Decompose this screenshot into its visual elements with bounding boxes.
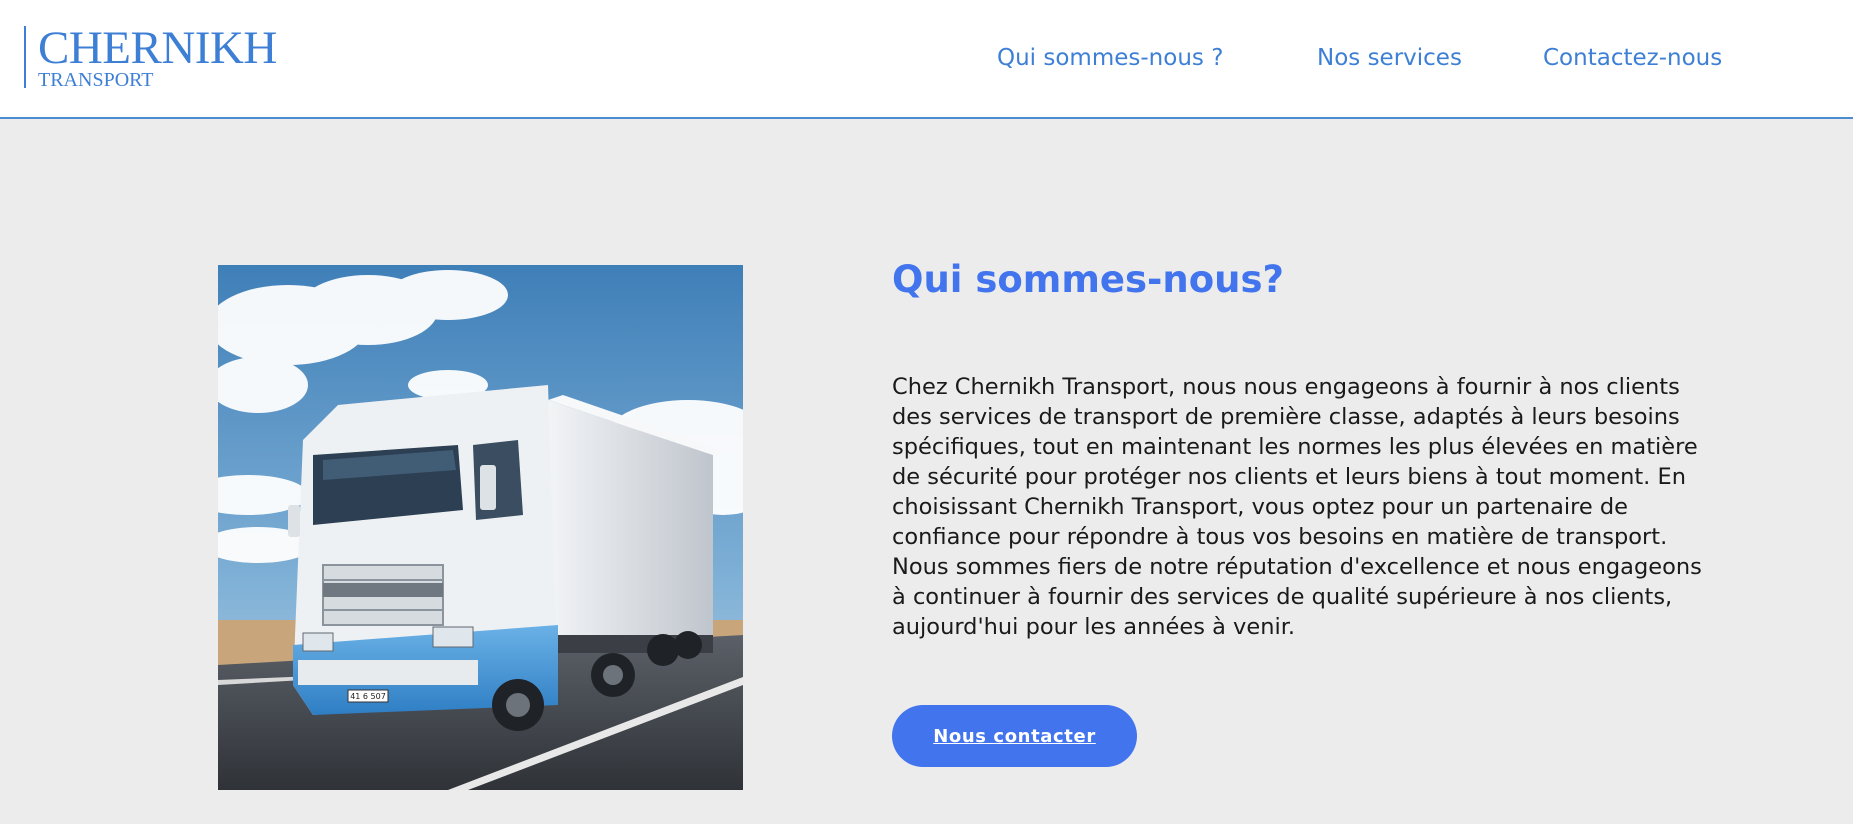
nav-link-contactez-nous[interactable]: Contactez-nous — [1543, 45, 1722, 71]
truck-image: 41 6 507 — [218, 265, 743, 790]
contact-button[interactable]: Nous contacter — [892, 705, 1137, 767]
main-nav: Qui sommes-nous ? Nos services Contactez… — [0, 45, 1853, 77]
about-paragraph: Chez Chernikh Transport, nous nous engag… — [892, 374, 1702, 640]
nav-link-nos-services[interactable]: Nos services — [1317, 45, 1462, 71]
site-header: CHERNIKH TRANSPORT Qui sommes-nous ? Nos… — [0, 0, 1853, 119]
section-title: Qui sommes-nous? — [892, 258, 1284, 301]
truck-plate-text: 41 6 507 — [350, 692, 386, 701]
nav-link-qui-sommes-nous[interactable]: Qui sommes-nous ? — [997, 45, 1223, 71]
